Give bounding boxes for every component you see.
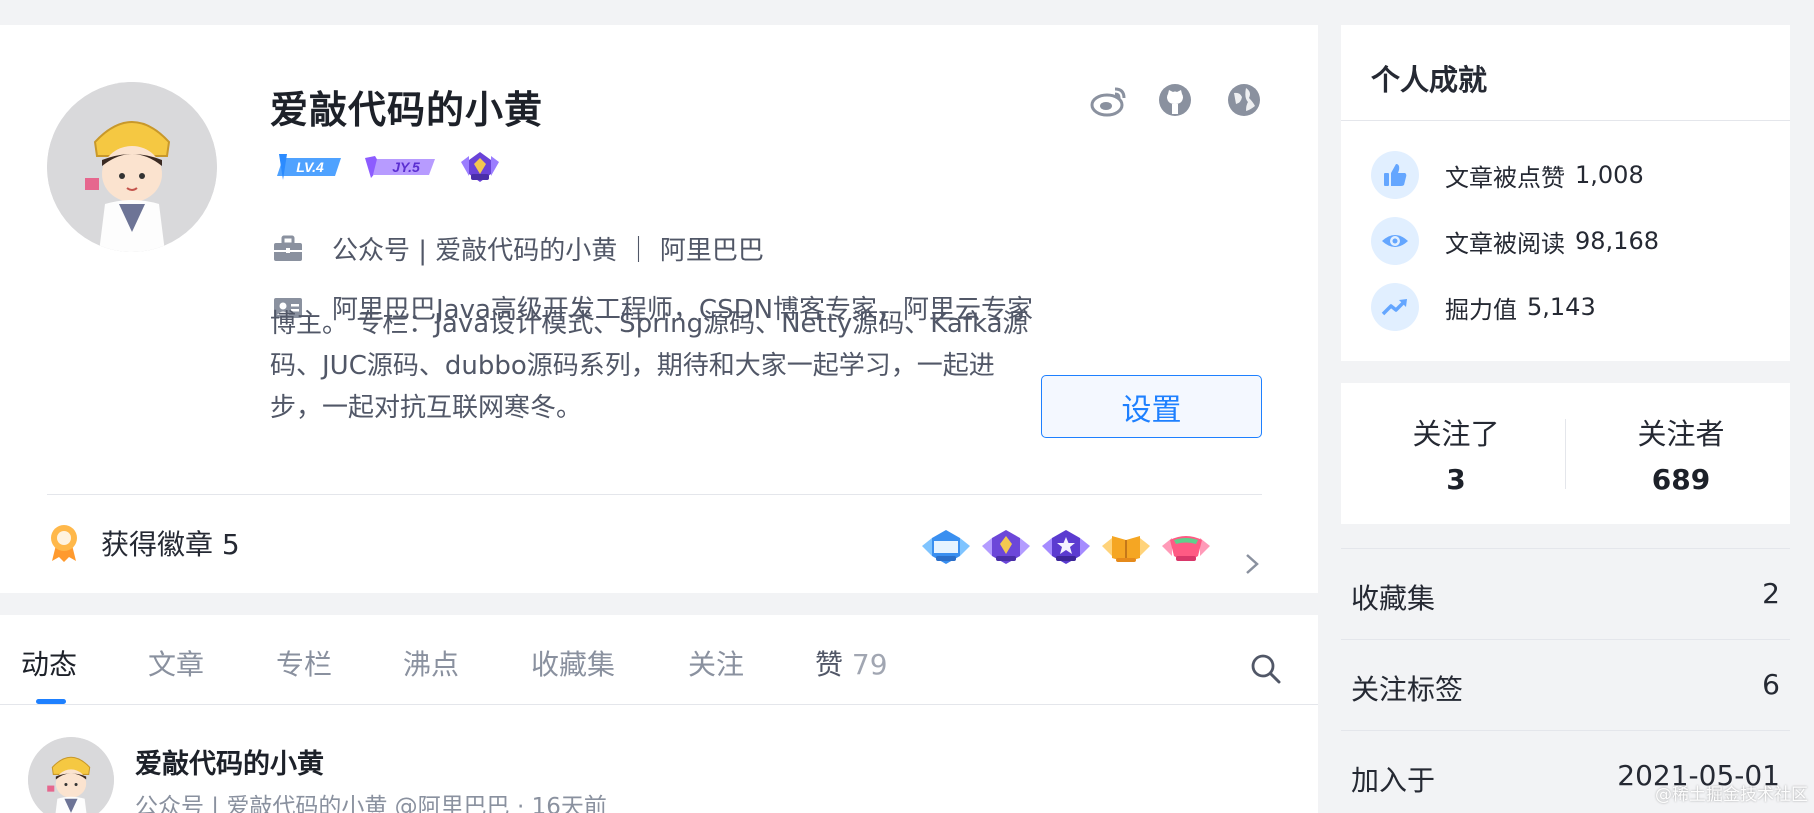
profile-card: 爱敲代码的小黄 LV.4 JY.5 公众号 | 爱敲代码的小黄 ｜ 阿里巴巴 阿… xyxy=(0,25,1318,593)
badge-icons[interactable] xyxy=(920,528,1212,566)
following-count: 3 xyxy=(1446,463,1466,496)
tab-columns[interactable]: 专栏 xyxy=(276,643,332,683)
badge-fruit-icon xyxy=(1162,536,1210,561)
profile-avatar[interactable] xyxy=(47,82,217,252)
achievement-power-value: 5,143 xyxy=(1527,293,1596,321)
achievement-reads-value: 98,168 xyxy=(1575,227,1659,255)
achievement-likes-label: 文章被点赞 xyxy=(1445,163,1565,192)
badge-book-icon xyxy=(1102,536,1150,562)
profile-username: 爱敲代码的小黄 xyxy=(270,88,544,132)
achievement-reads: 文章被阅读 98,168 xyxy=(1371,217,1659,265)
level-badge-lv[interactable]: LV.4 xyxy=(277,152,343,182)
search-icon[interactable] xyxy=(1250,653,1282,689)
watermark: @稀土掘金技术社区 xyxy=(1655,785,1808,805)
achievements-title: 个人成就 xyxy=(1371,63,1488,97)
stat-collections[interactable]: 收藏集 2 xyxy=(1341,548,1790,639)
trend-up-icon xyxy=(1371,283,1419,331)
feed-author-avatar[interactable] xyxy=(28,737,114,813)
globe-icon[interactable] xyxy=(1224,80,1264,120)
followers-label: 关注者 xyxy=(1637,417,1725,451)
level-badge-lv-text: LV.4 xyxy=(296,159,324,175)
follow-divider xyxy=(1565,419,1566,489)
tab-bar: 动态 文章 专栏 沸点 收藏集 关注 赞 79 xyxy=(0,615,1318,705)
achievement-likes: 文章被点赞 1,008 xyxy=(1371,151,1644,199)
tab-articles[interactable]: 文章 xyxy=(148,643,204,683)
level-badges: LV.4 JY.5 xyxy=(277,149,503,185)
medal-icon xyxy=(51,525,77,562)
tab-dynamic[interactable]: 动态 xyxy=(21,643,77,683)
badge-writer-icon xyxy=(982,530,1030,564)
achievement-power: 掘力值 5,143 xyxy=(1371,283,1596,331)
active-tab-indicator xyxy=(36,699,66,704)
tab-likes-count: 79 xyxy=(851,648,888,681)
weibo-icon[interactable] xyxy=(1089,80,1129,120)
badges-label: 获得徽章 5 xyxy=(101,528,240,561)
tab-collections[interactable]: 收藏集 xyxy=(531,643,615,683)
eye-icon xyxy=(1371,217,1419,265)
stat-tags-value: 6 xyxy=(1762,668,1780,701)
bio-text-rest: 博主。 专栏：Java设计模式、Spring源码、Netty源码、Kafka源码… xyxy=(270,309,1029,423)
stat-tags[interactable]: 关注标签 6 xyxy=(1341,639,1790,730)
feed-author-name[interactable]: 爱敲代码的小黄 xyxy=(135,742,324,781)
thumbs-up-icon xyxy=(1371,151,1419,199)
achievement-power-label: 掘力值 xyxy=(1445,295,1517,324)
followers-count: 689 xyxy=(1651,463,1711,496)
follow-card: 关注了 3 关注者 689 xyxy=(1341,383,1790,524)
chevron-right-icon[interactable] xyxy=(1244,553,1260,579)
badge-pioneer-icon xyxy=(922,530,970,564)
stat-collections-label: 收藏集 xyxy=(1351,582,1436,615)
company-line: 公众号 | 爱敲代码的小黄 ｜ 阿里巴巴 xyxy=(272,230,764,267)
level-badge-jy-text: JY.5 xyxy=(392,159,420,175)
badges-summary[interactable]: 获得徽章 5 xyxy=(47,523,240,563)
followers-stat[interactable]: 关注者 689 xyxy=(1591,411,1771,496)
settings-button[interactable]: 设置 xyxy=(1041,375,1262,438)
achievements-card: 个人成就 文章被点赞 1,008 文章被阅读 98,168 掘力值 5,143 xyxy=(1341,25,1790,361)
achievement-reads-label: 文章被阅读 xyxy=(1445,229,1565,258)
achievements-divider xyxy=(1341,120,1790,121)
feed-meta: 公众号 | 爱敲代码的小黄 @阿里巴巴 · 16天前 xyxy=(135,794,607,813)
company-text: 公众号 | 爱敲代码的小黄 ｜ 阿里巴巴 xyxy=(332,236,764,266)
tab-likes-label: 赞 xyxy=(815,648,844,681)
content-card: 动态 文章 专栏 沸点 收藏集 关注 赞 79 爱敲代码的小黄 公众号 | 爱敲… xyxy=(0,615,1318,813)
following-stat[interactable]: 关注了 3 xyxy=(1366,411,1546,496)
profile-divider xyxy=(47,494,1262,495)
tab-pins[interactable]: 沸点 xyxy=(403,643,459,683)
tab-following[interactable]: 关注 xyxy=(688,643,744,683)
achievement-likes-value: 1,008 xyxy=(1575,161,1644,189)
level-badge-jy[interactable]: JY.5 xyxy=(363,152,437,182)
badge-2021-icon[interactable] xyxy=(457,150,503,184)
tab-likes[interactable]: 赞 79 xyxy=(815,643,888,683)
badge-star-icon xyxy=(1042,530,1090,564)
following-label: 关注了 xyxy=(1412,417,1500,451)
stat-joined-label: 加入于 xyxy=(1351,764,1436,797)
github-icon[interactable] xyxy=(1155,80,1195,120)
briefcase-icon xyxy=(274,235,302,261)
stat-tags-label: 关注标签 xyxy=(1351,673,1464,706)
stat-collections-value: 2 xyxy=(1762,577,1780,610)
